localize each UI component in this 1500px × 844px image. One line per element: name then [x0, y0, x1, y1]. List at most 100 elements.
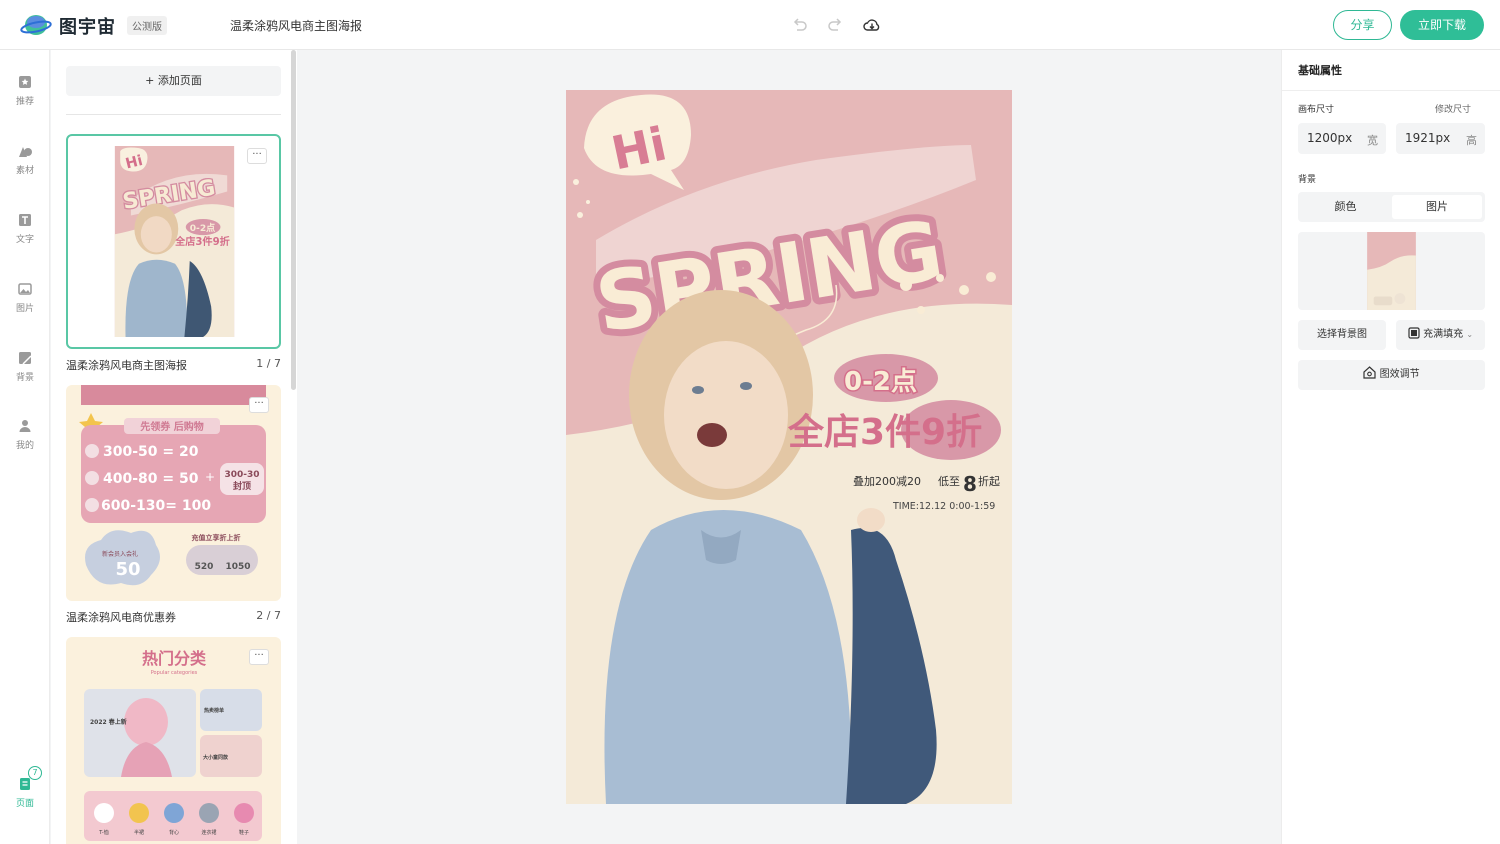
background-thumbnail: [1367, 232, 1416, 310]
rail-item-text[interactable]: 文字: [0, 212, 50, 245]
rail-label: 我的: [15, 441, 34, 451]
rail-label: 推荐: [15, 97, 34, 107]
rail-item-mine[interactable]: 我的: [0, 418, 50, 451]
rail-label: 文字: [15, 235, 34, 245]
image-icon: [18, 283, 32, 295]
category-item: T-恤: [98, 829, 108, 836]
stack-offer-text[interactable]: 叠加200减20: [853, 475, 921, 488]
page-thumbnail-2: 先领券 后购物 300-50 = 20 400-80 = 50 600-130=…: [79, 385, 266, 601]
page-more-button[interactable]: ···: [247, 148, 267, 164]
resize-link[interactable]: 修改尺寸: [1435, 102, 1471, 115]
width-unit: 宽: [1367, 134, 1378, 147]
height-field[interactable]: 1921px 高: [1396, 123, 1485, 154]
category-title: 热门分类: [142, 649, 207, 668]
properties-panel: 基础属性 画布尺寸 修改尺寸 1200px 宽 1921px 高 背景 颜色 图…: [1281, 50, 1500, 844]
background-mode-toggle: 颜色 图片: [1298, 192, 1485, 222]
tab-color[interactable]: 颜色: [1301, 195, 1390, 219]
page-card-1[interactable]: Hi SPRING 0-2点 全店3件9折 ···: [66, 134, 281, 349]
cloud-save-icon[interactable]: [862, 15, 882, 35]
rail-label: 素材: [15, 166, 34, 176]
page-caption: 温柔涂鸦风电商主图海报: [66, 359, 187, 372]
effect-icon: [1363, 366, 1377, 379]
page-card-2[interactable]: 先领券 后购物 300-50 = 20 400-80 = 50 600-130=…: [66, 385, 281, 601]
tab-image[interactable]: 图片: [1392, 195, 1482, 219]
rail-item-images[interactable]: 图片: [0, 281, 50, 314]
low-suffix-text[interactable]: 折起: [978, 474, 1000, 488]
left-toolbar: 推荐 素材 文字 图片 背景 我的 7 页面: [0, 50, 50, 844]
effect-label: 图效调节: [1379, 369, 1420, 380]
beta-badge: 公测版: [127, 16, 167, 35]
planet-logo-icon[interactable]: [20, 11, 52, 39]
low-prefix-text[interactable]: 低至: [938, 475, 960, 488]
height-unit: 高: [1466, 134, 1477, 147]
panel-title: 基础属性: [1298, 64, 1342, 77]
recommend-icon: [19, 76, 31, 88]
coupon-line-2: 400-80 = 50: [103, 471, 199, 487]
background-preview[interactable]: [1298, 232, 1485, 310]
shapes-icon: [19, 147, 32, 157]
download-button[interactable]: 立即下载: [1400, 10, 1484, 40]
redo-icon[interactable]: [826, 15, 846, 35]
share-button[interactable]: 分享: [1333, 10, 1392, 40]
rail-label: 背景: [15, 373, 34, 383]
parent-child-tag: 大小童同款: [203, 754, 229, 761]
new-arrival-tag: 2022 春上新: [90, 718, 127, 726]
discount-headline[interactable]: 全店3件9折: [787, 411, 982, 453]
background-label: 背景: [1298, 175, 1317, 185]
coupon-ribbon: 先领券 后购物: [140, 420, 203, 433]
width-field[interactable]: 1200px 宽: [1298, 123, 1386, 154]
fill-icon: [1408, 327, 1420, 339]
page-thumbnail-1: Hi SPRING 0-2点 全店3件9折: [114, 146, 235, 337]
brand-name[interactable]: 图宇宙: [59, 13, 116, 39]
hot-list-tag: 热卖榜单: [204, 707, 224, 714]
undo-icon[interactable]: [789, 15, 809, 35]
page-number: 2 / 7: [256, 609, 281, 622]
text-icon: [19, 214, 31, 226]
rail-item-materials[interactable]: 素材: [0, 143, 50, 176]
divider: [66, 114, 281, 115]
rail-label: 图片: [15, 304, 34, 314]
top-bar: 图宇宙 公测版 温柔涂鸦风电商主图海报 分享 立即下载: [0, 0, 1500, 50]
recharge-text: 充值立享折上折: [192, 533, 241, 542]
member-gift-value: 50: [115, 559, 140, 580]
background-icon: [19, 352, 32, 365]
image-effect-button[interactable]: 图效调节: [1298, 360, 1485, 390]
poster-canvas[interactable]: Hi SPRING 0-2点 全店3件9折 叠加200减20 低至 8 折起 T…: [566, 90, 1012, 804]
fill-label: 充满填充: [1423, 329, 1464, 340]
height-value: 1921px: [1405, 131, 1451, 145]
recharge-value-1: 520: [195, 562, 214, 572]
time-range-text[interactable]: TIME:12.12 0:00-1:59: [892, 501, 995, 512]
add-page-button[interactable]: + 添加页面: [66, 66, 281, 96]
width-value: 1200px: [1307, 131, 1353, 145]
rail-item-pages[interactable]: 7 页面: [0, 766, 50, 809]
category-item: 背心: [169, 829, 179, 836]
page-number: 1 / 7: [256, 357, 281, 370]
rail-item-recommend[interactable]: 推荐: [0, 74, 50, 107]
member-gift-text: 新会员入会礼: [102, 550, 138, 558]
category-item: 半裙: [134, 829, 144, 836]
hi-text[interactable]: Hi: [607, 116, 671, 180]
page-card-3[interactable]: 热门分类 Popular categories 2022 春上新 热卖榜单 大小…: [66, 637, 281, 844]
user-icon: [19, 420, 31, 432]
document-title[interactable]: 温柔涂鸦风电商主图海报: [230, 17, 362, 34]
page-more-button[interactable]: ···: [249, 649, 269, 665]
page-more-button[interactable]: ···: [249, 397, 269, 413]
choose-background-button[interactable]: 选择背景图: [1298, 320, 1386, 350]
rail-label: 页面: [15, 799, 34, 809]
category-subtitle: Popular categories: [151, 670, 198, 676]
pages-count-badge: 7: [28, 766, 42, 780]
rail-item-background[interactable]: 背景: [0, 350, 50, 383]
chevron-down-icon: ⌄: [1466, 330, 1474, 339]
time-badge[interactable]: 0-2点: [843, 365, 919, 399]
coupon-line-1: 300-50 = 20: [103, 444, 199, 460]
coupon-line-3: 600-130= 100: [101, 498, 211, 514]
coupon-cap: 300-30: [224, 470, 259, 480]
canvas-size-label: 画布尺寸: [1298, 105, 1335, 115]
pages-panel: + 添加页面 Hi SPRING 0-2点 全店3件9折 ··· 温柔涂鸦风电商…: [51, 50, 297, 844]
coupon-cap2: 封顶: [233, 480, 251, 492]
canvas-workspace[interactable]: Hi SPRING 0-2点 全店3件9折 叠加200减20 低至 8 折起 T…: [297, 50, 1281, 844]
category-item: 鞋子: [239, 829, 249, 836]
fill-mode-dropdown[interactable]: 充满填充 ⌄: [1396, 320, 1485, 350]
low-number-text[interactable]: 8: [963, 472, 977, 496]
panel-scrollbar[interactable]: [291, 50, 296, 390]
